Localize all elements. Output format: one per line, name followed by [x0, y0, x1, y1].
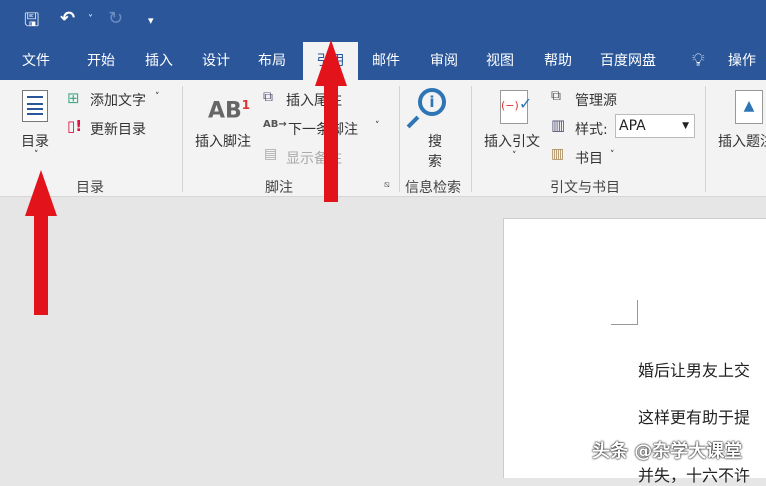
search-button-line2[interactable]: 索	[428, 151, 442, 171]
margin-corner-mark	[611, 300, 638, 325]
group-label-citations: 引文与书目	[550, 180, 620, 196]
tab-mailings[interactable]: 邮件	[366, 42, 406, 80]
search-info-icon: i	[418, 88, 446, 116]
search-button[interactable]: 搜	[428, 131, 442, 151]
red-arrow-shaft	[324, 84, 338, 202]
next-footnote-button[interactable]: 下一条脚注	[288, 119, 358, 139]
style-select[interactable]: APA ▼	[615, 114, 695, 138]
lightbulb-icon: 💡︎	[692, 50, 705, 71]
group-label-footnotes: 脚注	[265, 180, 293, 196]
redo-icon[interactable]: ↻	[108, 8, 123, 29]
tab-layout[interactable]: 布局	[252, 42, 292, 80]
watermark: 头条 @杂学大课堂	[592, 441, 743, 462]
insert-endnote-icon: ⧉	[263, 89, 273, 105]
group-label-research: 信息检索	[405, 180, 461, 196]
insert-citation-icon: (−)✓	[500, 90, 532, 124]
bibliography-button[interactable]: 书目	[575, 148, 603, 168]
group-label-toc: 目录	[76, 180, 104, 196]
manage-sources-icon: ⧉	[551, 88, 561, 104]
toc-button[interactable]: 目录	[21, 131, 49, 151]
chevron-down-icon[interactable]: ˅	[512, 151, 517, 161]
tab-review[interactable]: 审阅	[424, 42, 464, 80]
show-notes-icon: ▤	[264, 146, 278, 162]
insert-citation-button[interactable]: 插入引文	[484, 131, 540, 151]
divider	[399, 86, 400, 192]
chevron-down-icon: ˅	[155, 92, 160, 102]
document-line: 婚后让男友上交	[638, 361, 751, 380]
style-label: 样式:	[575, 122, 608, 138]
style-select-value: APA	[619, 118, 646, 134]
next-footnote-icon: AB→	[263, 119, 287, 130]
bibliography-icon: ▥	[551, 146, 565, 162]
undo-dropdown-icon[interactable]: ˅	[88, 14, 93, 25]
insert-caption-button[interactable]: 插入题注	[718, 131, 766, 151]
undo-icon[interactable]: ↶	[60, 8, 75, 29]
update-toc-button[interactable]: 更新目录	[90, 119, 146, 139]
divider	[471, 86, 472, 192]
add-text-button[interactable]: 添加文字	[90, 90, 146, 110]
customize-qat-icon[interactable]: ▾	[148, 14, 154, 27]
add-text-icon: ⊞	[67, 89, 80, 107]
insert-footnote-button[interactable]: 插入脚注	[195, 131, 251, 151]
red-arrow-shaft	[34, 214, 48, 315]
divider	[182, 86, 183, 192]
tab-baidu-netdisk[interactable]: 百度网盘	[594, 42, 662, 80]
tab-file[interactable]: 文件	[16, 42, 56, 80]
document-line: 并失，十六不许	[638, 466, 751, 485]
divider	[705, 86, 706, 192]
tab-insert[interactable]: 插入	[139, 42, 179, 80]
chevron-down-icon[interactable]: ˅	[375, 121, 380, 131]
insert-caption-icon: ▲	[735, 90, 763, 124]
tell-me-input[interactable]: 操作说	[718, 42, 766, 107]
save-icon[interactable]: 🖫	[24, 8, 39, 38]
red-arrow-head	[25, 170, 57, 216]
tab-help[interactable]: 帮助	[538, 42, 578, 80]
red-arrow-head	[315, 40, 347, 86]
chevron-down-icon: ˅	[610, 150, 615, 160]
manage-sources-button[interactable]: 管理源	[575, 90, 617, 110]
tab-home[interactable]: 开始	[81, 42, 121, 80]
dropdown-arrow-icon: ▼	[682, 121, 689, 131]
document-line: 这样更有助于提	[638, 408, 751, 427]
chevron-down-icon[interactable]: ˅	[34, 150, 39, 160]
tab-design[interactable]: 设计	[196, 42, 236, 80]
style-icon: ▥	[551, 116, 566, 134]
update-toc-icon: ▯!	[67, 117, 83, 135]
tab-view[interactable]: 视图	[480, 42, 520, 80]
insert-footnote-icon: AB1	[208, 98, 251, 124]
toc-icon[interactable]	[22, 90, 48, 122]
dialog-launcher-icon[interactable]: ⧅	[384, 180, 390, 190]
